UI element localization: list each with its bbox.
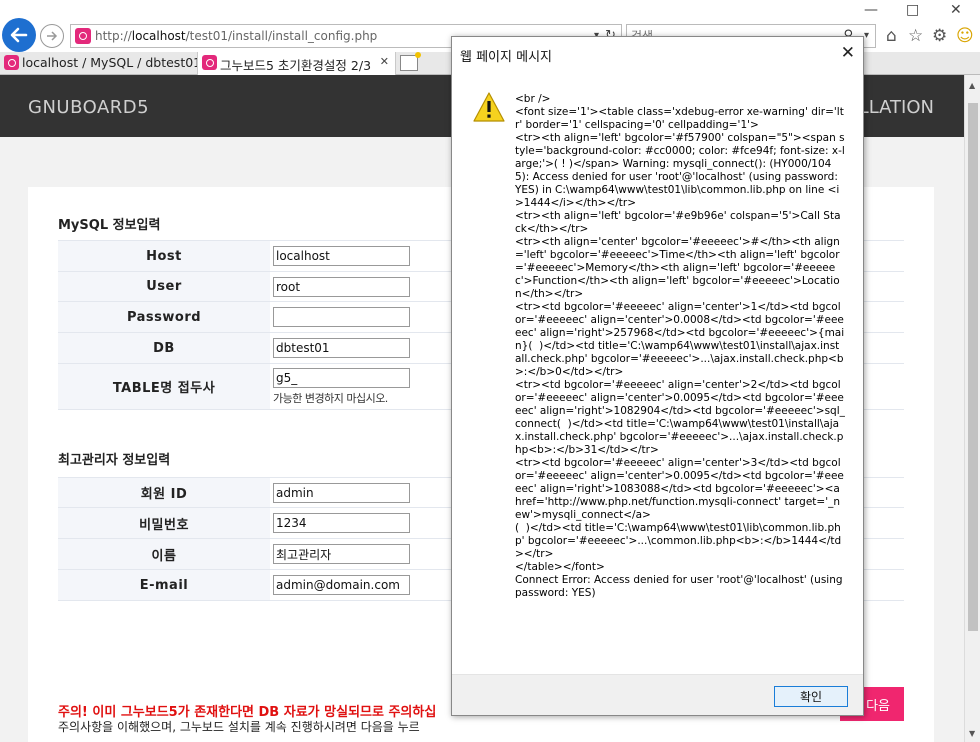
- admin-name-input[interactable]: [273, 544, 410, 564]
- scroll-thumb[interactable]: [968, 103, 978, 631]
- address-url: http://localhost/test01/install/install_…: [95, 29, 378, 43]
- field-label: TABLE명 접두사: [58, 363, 270, 410]
- tab-label: localhost / MySQL / dbtest01...: [22, 55, 198, 70]
- alert-dialog: 웹 페이지 메시지 ✕ <br /> <font size='1'><table…: [451, 36, 864, 716]
- smiley-icon[interactable]: ☺: [956, 26, 974, 46]
- table-prefix-input[interactable]: [273, 367, 410, 388]
- tab-favicon-icon: [4, 55, 19, 70]
- tab-phpmyadmin[interactable]: localhost / MySQL / dbtest01...: [0, 52, 198, 75]
- admin-id-input[interactable]: [273, 482, 410, 503]
- window-close-icon[interactable]: ✕: [950, 2, 962, 18]
- new-tab-icon[interactable]: [400, 52, 421, 71]
- tab-favicon-icon: [202, 55, 217, 70]
- field-label: 이름: [58, 538, 270, 570]
- field-label: Host: [58, 240, 270, 272]
- install-heading: LLATION: [858, 97, 934, 118]
- tab-label: 그누보드5 초기환경설정 2/3: [220, 58, 372, 73]
- field-label: User: [58, 271, 270, 302]
- admin-email-input[interactable]: [273, 575, 410, 595]
- field-label: E-mail: [58, 569, 270, 601]
- gear-icon[interactable]: ⚙: [932, 26, 947, 46]
- site-logo: GNUBOARD5: [28, 97, 150, 118]
- browser-toolbar-icons: ⌂ ☆ ⚙ ☺: [884, 26, 980, 48]
- back-button[interactable]: [2, 18, 36, 52]
- mysql-section-title: MySQL 정보입력: [58, 218, 161, 233]
- field-label: DB: [58, 332, 270, 364]
- forward-button[interactable]: [40, 24, 64, 48]
- scroll-up-icon[interactable]: ▲: [969, 81, 975, 90]
- field-label: 비밀번호: [58, 507, 270, 539]
- search-dropdown-icon[interactable]: ▾: [864, 30, 869, 41]
- minimize-icon[interactable]: —: [864, 2, 878, 18]
- dialog-footer: 확인: [452, 674, 863, 715]
- tab-close-icon[interactable]: ✕: [380, 55, 389, 68]
- install-notice-text: 주의사항을 이해했으며, 그누보드 설치를 계속 진행하시려면 다음을 누르: [58, 720, 420, 734]
- back-arrow-icon: [10, 27, 28, 43]
- warning-icon: [473, 92, 505, 122]
- page-scrollbar[interactable]: ▲ ▼: [964, 75, 980, 742]
- tab-install-config[interactable]: 그누보드5 초기환경설정 2/3 ✕: [198, 52, 396, 75]
- field-label: Password: [58, 301, 270, 333]
- field-label: 회원 ID: [58, 477, 270, 508]
- admin-section-title: 최고관리자 정보입력: [58, 453, 171, 468]
- db-input[interactable]: [273, 338, 410, 358]
- user-input[interactable]: [273, 276, 410, 297]
- admin-password-input[interactable]: [273, 513, 410, 533]
- forward-arrow-icon: [47, 31, 58, 41]
- dialog-message: <br /> <font size='1'><table class='xdeb…: [515, 93, 845, 599]
- site-favicon-icon: [75, 28, 91, 44]
- favorites-star-icon[interactable]: ☆: [908, 26, 923, 46]
- dialog-close-icon[interactable]: ✕: [841, 43, 855, 63]
- host-input[interactable]: [273, 246, 410, 266]
- ok-button[interactable]: 확인: [774, 686, 848, 707]
- maximize-icon[interactable]: □: [906, 2, 919, 18]
- home-icon[interactable]: ⌂: [886, 26, 897, 46]
- dialog-title: 웹 페이지 메시지: [460, 50, 552, 65]
- scroll-down-icon[interactable]: ▼: [969, 729, 975, 738]
- password-input[interactable]: [273, 307, 410, 327]
